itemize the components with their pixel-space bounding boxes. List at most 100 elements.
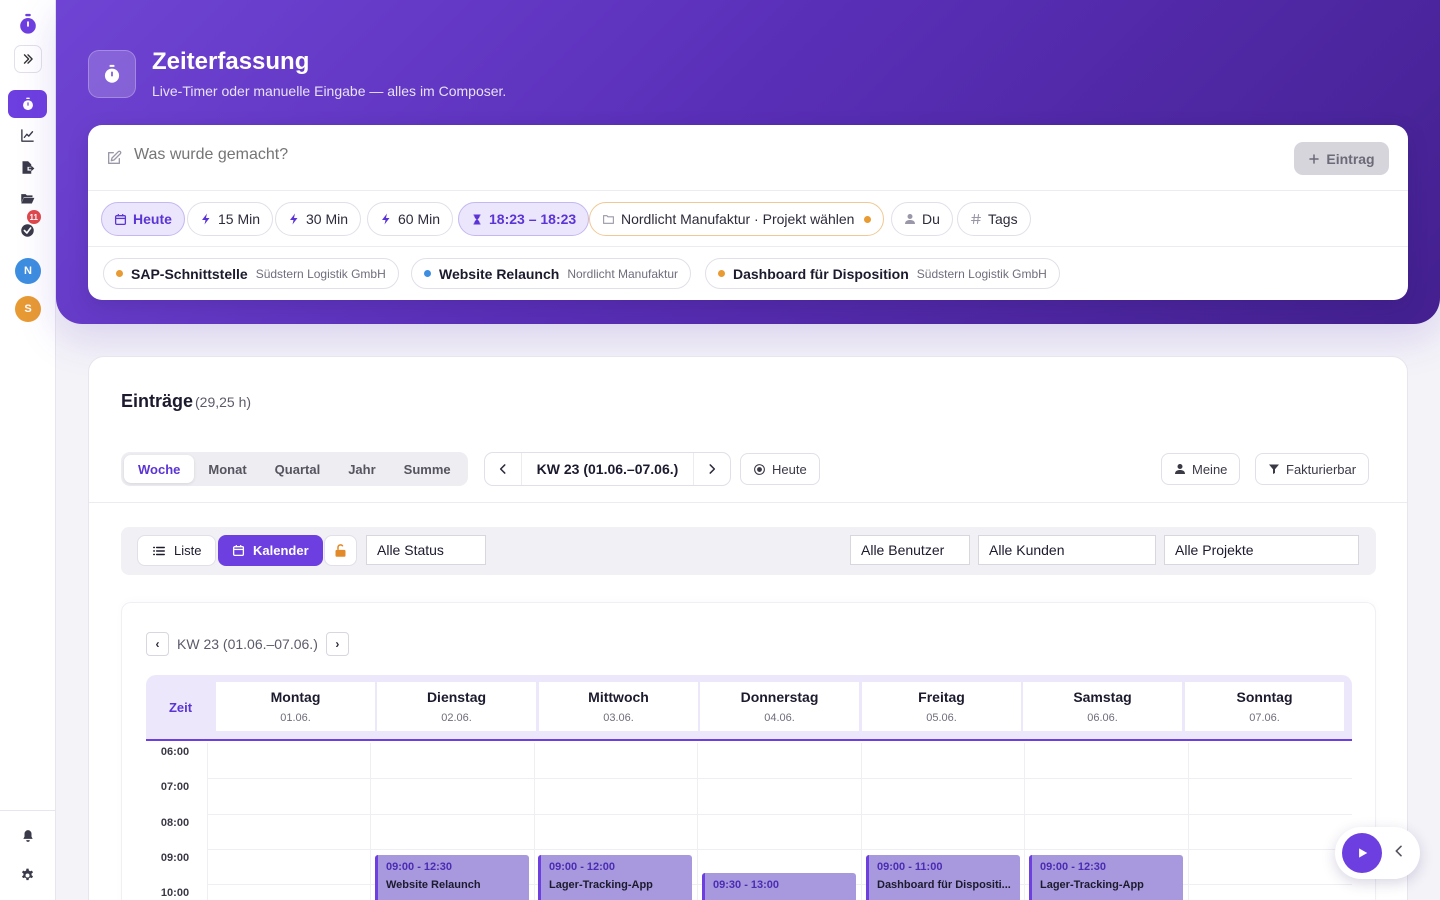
avatar[interactable]: S — [15, 296, 41, 322]
start-timer-button[interactable] — [1342, 833, 1382, 873]
calendar-event[interactable]: 09:00 - 12:30 Lager-Tracking-App — [1029, 855, 1183, 900]
calendar-event[interactable]: 09:00 - 12:30 Website Relaunch — [375, 855, 529, 900]
stopwatch-logo-icon[interactable] — [17, 13, 39, 35]
sidebar-item-reports[interactable] — [8, 121, 47, 149]
calendar-view-button[interactable]: Kalender — [218, 535, 323, 566]
grid-line — [697, 743, 698, 900]
calendar-prev-button[interactable]: ‹ — [146, 632, 169, 656]
folder-icon — [602, 213, 615, 226]
period-tab-quarter[interactable]: Quartal — [261, 455, 335, 483]
duration-60-chip[interactable]: 60 Min — [367, 202, 454, 236]
page-subtitle: Live-Timer oder manuelle Eingabe — alles… — [152, 83, 507, 99]
hash-icon — [970, 213, 982, 225]
time-range-chip[interactable]: 18:23 – 18:23 — [458, 202, 590, 236]
week-label: KW 23 (01.06.–07.06.) — [521, 453, 694, 485]
period-tab-year[interactable]: Jahr — [334, 455, 389, 483]
sidebar-item-approvals[interactable]: 11 — [8, 210, 47, 244]
sidebar-item-projects[interactable] — [8, 184, 47, 212]
recent-project-chip[interactable]: Dashboard für Disposition Südstern Logis… — [705, 258, 1060, 289]
list-view-button[interactable]: Liste — [137, 535, 217, 566]
day-header[interactable]: Mittwoch 03.06. — [539, 682, 698, 731]
project-color-dot — [718, 270, 725, 277]
floating-timer — [1335, 827, 1420, 879]
calendar-next-button[interactable]: › — [325, 632, 349, 656]
composer-input-row: Eintrag — [88, 125, 1408, 191]
page-title: Zeiterfassung — [152, 48, 310, 75]
day-header[interactable]: Samstag 06.06. — [1023, 682, 1182, 731]
sidebar-item-time-tracking[interactable] — [8, 90, 47, 118]
collapse-timer-button[interactable] — [1391, 843, 1407, 864]
tags-chip[interactable]: Tags — [957, 202, 1031, 236]
recent-project-chip[interactable]: Website Relaunch Nordlicht Manufaktur — [411, 258, 692, 289]
play-icon — [1359, 848, 1368, 858]
grid-line — [207, 778, 1352, 779]
clients-select[interactable]: Alle Kunden — [978, 535, 1156, 565]
bell-icon — [22, 830, 33, 842]
calendar-event[interactable]: 09:00 - 12:00 Lager-Tracking-App — [538, 855, 692, 900]
notifications-button[interactable] — [8, 822, 47, 850]
duration-15-chip[interactable]: 15 Min — [187, 202, 274, 236]
calendar-header: Zeit Montag 01.06. Dienstag 02.06. Mittwoc… — [146, 675, 1352, 741]
user-icon — [904, 213, 916, 225]
lightning-icon — [380, 213, 392, 225]
previous-week-button[interactable] — [485, 453, 521, 485]
entries-total: (29,25 h) — [195, 394, 252, 410]
project-select-chip[interactable]: Nordlicht Manufaktur · Projekt wählen — [589, 202, 885, 236]
recent-project-chip[interactable]: SAP-Schnittstelle Südstern Logistik GmbH — [103, 258, 399, 289]
lightning-icon — [200, 213, 212, 225]
gear-icon — [22, 868, 33, 880]
grid-line — [534, 743, 535, 900]
day-header[interactable]: Dienstag 02.06. — [377, 682, 536, 731]
calendar-event[interactable]: 09:00 - 11:00 Dashboard für Dispositi... — [866, 855, 1020, 900]
projects-select[interactable]: Alle Projekte — [1164, 535, 1359, 565]
calendar-week-label: KW 23 (01.06.–07.06.) — [177, 636, 318, 652]
user-chip[interactable]: Du — [891, 202, 953, 236]
day-header[interactable]: Donnerstag 04.06. — [700, 682, 859, 731]
grid-line — [1024, 743, 1025, 900]
unlock-icon — [335, 544, 346, 557]
plus-icon — [1309, 153, 1320, 164]
sidebar-divider — [0, 810, 56, 811]
description-input[interactable] — [134, 146, 1234, 164]
sidebar-item-export[interactable] — [8, 153, 47, 181]
date-today-chip[interactable]: Heute — [101, 202, 185, 236]
time-column-header: Zeit — [168, 699, 193, 715]
settings-button[interactable] — [8, 861, 47, 889]
day-header[interactable]: Freitag 05.06. — [862, 682, 1021, 731]
user-icon — [1174, 463, 1186, 475]
users-select[interactable]: Alle Benutzer — [850, 535, 970, 565]
stopwatch-icon — [22, 97, 33, 111]
go-to-today-button[interactable]: Heute — [740, 453, 820, 485]
period-tab-week[interactable]: Woche — [124, 455, 195, 483]
entries-title: Einträge — [121, 391, 194, 411]
period-tab-month[interactable]: Monat — [194, 455, 260, 483]
file-export-icon — [22, 160, 35, 174]
hour-label: 08:00 — [160, 817, 190, 829]
next-week-button[interactable] — [694, 453, 730, 485]
grid-line — [861, 743, 862, 900]
day-header[interactable]: Sonntag 07.06. — [1185, 682, 1344, 731]
billable-filter-button[interactable]: Fakturierbar — [1255, 453, 1370, 485]
avatar[interactable]: N — [15, 258, 41, 284]
expand-sidebar-button[interactable] — [14, 45, 42, 73]
mine-filter-button[interactable]: Meine — [1161, 453, 1241, 485]
hourglass-icon — [471, 213, 483, 226]
hour-label: 06:00 — [160, 746, 190, 758]
grid-line — [207, 814, 1352, 815]
day-header[interactable]: Montag 01.06. — [216, 682, 375, 731]
composer: Eintrag Heute 15 Min 30 Min 60 Min — [88, 125, 1408, 300]
project-color-dot — [116, 270, 123, 277]
status-select[interactable]: Alle Status — [366, 535, 486, 565]
add-entry-button[interactable]: Eintrag — [1294, 142, 1389, 175]
week-navigator: KW 23 (01.06.–07.06.) — [484, 452, 731, 486]
duration-30-chip[interactable]: 30 Min — [275, 202, 362, 236]
period-tab-total[interactable]: Summe — [390, 455, 465, 483]
calendar-week-nav: ‹ KW 23 (01.06.–07.06.) › — [146, 632, 349, 656]
grid-line — [207, 849, 1352, 850]
lock-toggle-button[interactable] — [324, 535, 357, 566]
calendar-event[interactable]: 09:30 - 13:00 — [702, 873, 856, 900]
lightning-icon — [288, 213, 300, 225]
hour-label: 09:00 — [160, 852, 190, 864]
calendar: ‹ KW 23 (01.06.–07.06.) › Zeit Montag 01.… — [121, 602, 1376, 900]
chevrons-right-icon — [23, 54, 33, 64]
